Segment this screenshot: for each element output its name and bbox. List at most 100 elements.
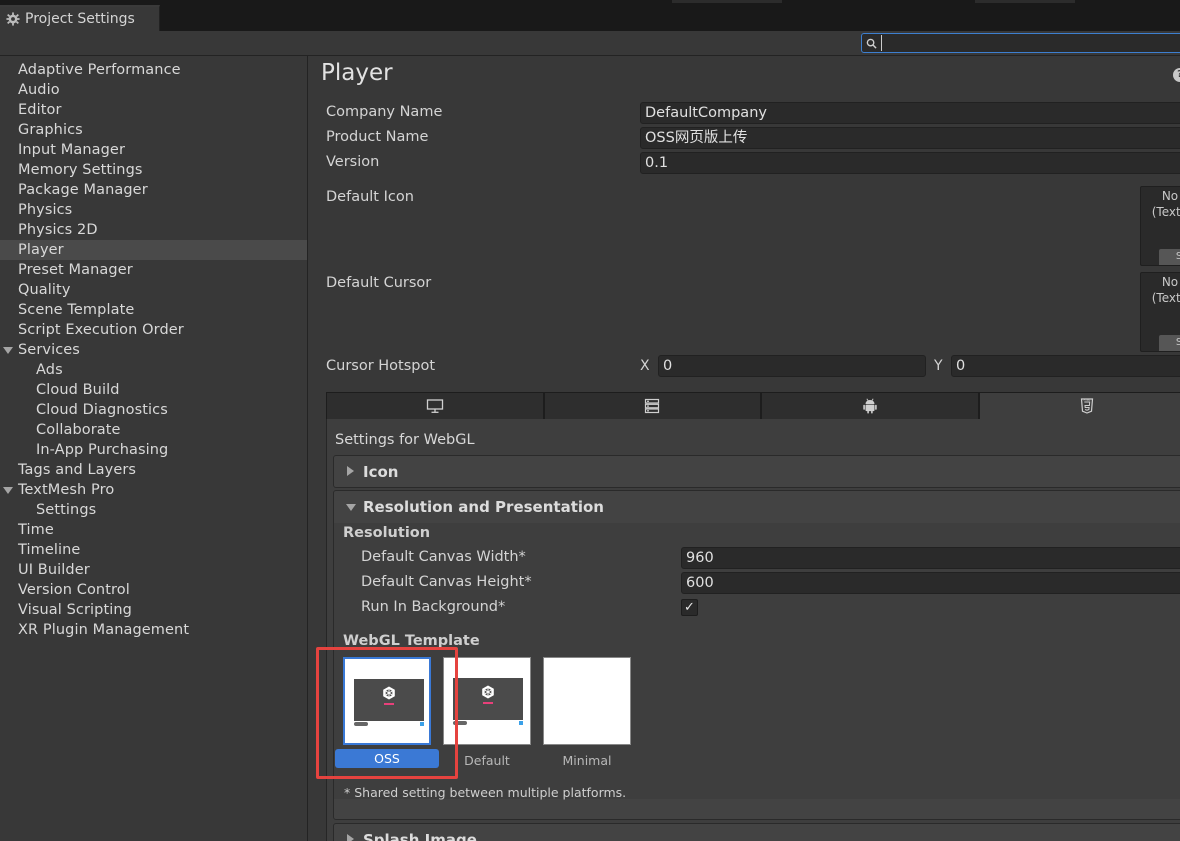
sidebar-item-label: TextMesh Pro	[18, 482, 115, 498]
sidebar-item-scene-template[interactable]: Scene Template	[0, 300, 307, 320]
project-settings-tab[interactable]: Project Settings	[0, 5, 160, 31]
sidebar-item-cloud-build[interactable]: Cloud Build	[0, 380, 307, 400]
sidebar-item-cloud-diagnostics[interactable]: Cloud Diagnostics	[0, 400, 307, 420]
player-settings-panel: Player ? Company Name DefaultCompany Pro…	[309, 56, 1180, 841]
canvas-height-label: Default Canvas Height*	[361, 574, 532, 590]
sidebar-item-label: Timeline	[18, 542, 81, 558]
cursor-select-button[interactable]: S	[1159, 335, 1180, 351]
sidebar-item-xr-plugin-management[interactable]: XR Plugin Management	[0, 620, 307, 640]
sidebar-item-label: Cloud Build	[36, 382, 120, 398]
sidebar-item-graphics[interactable]: Graphics	[0, 120, 307, 140]
sidebar-item-quality[interactable]: Quality	[0, 280, 307, 300]
version-field[interactable]: 0.1	[640, 152, 1180, 174]
hotspot-y-field[interactable]: 0	[951, 355, 1180, 377]
svg-text:HTML: HTML	[1084, 399, 1091, 402]
sidebar-item-label: Input Manager	[18, 142, 126, 158]
run-in-background-checkbox[interactable]: ✓	[681, 599, 698, 616]
window-titlebar: Project Settings	[0, 0, 1180, 31]
monitor-icon	[426, 399, 443, 413]
template-name: Default	[464, 753, 510, 768]
sidebar-item-label: Physics	[18, 202, 73, 218]
sidebar-item-label: Memory Settings	[18, 162, 143, 178]
sidebar-item-collaborate[interactable]: Collaborate	[0, 420, 307, 440]
sidebar-item-textmesh-settings[interactable]: Settings	[0, 500, 307, 520]
sidebar-item-player[interactable]: Player	[0, 240, 307, 260]
sidebar-item-physics[interactable]: Physics	[0, 200, 307, 220]
sidebar-item-script-execution-order[interactable]: Script Execution Order	[0, 320, 307, 340]
icon-foldout-header[interactable]: Icon	[334, 456, 1180, 488]
tab-standalone[interactable]	[326, 392, 544, 420]
template-oss[interactable]: OSS	[335, 657, 439, 768]
sidebar-item-label: Editor	[18, 102, 62, 118]
sidebar-item-memory-settings[interactable]: Memory Settings	[0, 160, 307, 180]
sidebar-item-ui-builder[interactable]: UI Builder	[0, 560, 307, 580]
icon-foldout[interactable]: Icon	[333, 455, 1180, 488]
sidebar-item-label: Audio	[18, 82, 60, 98]
template-thumbnail	[543, 657, 631, 745]
tab-webgl[interactable]: HTML	[978, 392, 1180, 420]
search-box[interactable]	[861, 33, 1180, 53]
expand-arrow-icon[interactable]	[3, 347, 13, 354]
template-name: OSS	[335, 749, 439, 768]
sidebar-item-visual-scripting[interactable]: Visual Scripting	[0, 600, 307, 620]
hotspot-y-label: Y	[934, 358, 943, 374]
sidebar-item-label: Preset Manager	[18, 262, 133, 278]
sidebar-item-label: Player	[18, 242, 64, 258]
tab-server[interactable]	[543, 392, 761, 420]
sidebar-item-tags-and-layers[interactable]: Tags and Layers	[0, 460, 307, 480]
sidebar-item-services[interactable]: Services	[0, 340, 307, 360]
sidebar-item-adaptive-performance[interactable]: Adaptive Performance	[0, 60, 307, 80]
sidebar-item-timeline[interactable]: Timeline	[0, 540, 307, 560]
resolution-foldout-header[interactable]: Resolution and Presentation	[334, 491, 1180, 523]
sidebar-item-label: Settings	[36, 502, 97, 518]
collapsed-arrow-icon	[347, 834, 354, 841]
page-title: Player	[321, 60, 393, 86]
cursor-hotspot-label: Cursor Hotspot	[326, 358, 436, 374]
sidebar-item-editor[interactable]: Editor	[0, 100, 307, 120]
sidebar-item-label: Quality	[18, 282, 71, 298]
version-label: Version	[326, 154, 380, 170]
collapsed-arrow-icon	[347, 466, 354, 476]
sidebar-item-input-manager[interactable]: Input Manager	[0, 140, 307, 160]
sidebar-item-label: Package Manager	[18, 182, 148, 198]
sidebar-item-version-control[interactable]: Version Control	[0, 580, 307, 600]
search-input[interactable]	[881, 35, 1171, 51]
template-thumbnail	[443, 657, 531, 745]
default-cursor-slot[interactable]: No (Textu S	[1140, 272, 1180, 352]
product-name-field[interactable]: OSS网页版上传	[640, 127, 1180, 149]
sidebar-item-in-app-purchasing[interactable]: In-App Purchasing	[0, 440, 307, 460]
hotspot-x-field[interactable]: 0	[658, 355, 926, 377]
unity-logo-icon	[383, 686, 395, 700]
default-icon-slot[interactable]: No (Textu S	[1140, 186, 1180, 266]
sidebar-item-label: Scene Template	[18, 302, 135, 318]
sidebar-item-label: Cloud Diagnostics	[36, 402, 168, 418]
sidebar-item-label: Time	[18, 522, 54, 538]
android-icon	[863, 398, 877, 414]
sidebar-item-textmesh-pro[interactable]: TextMesh Pro	[0, 480, 307, 500]
sidebar-item-label: Tags and Layers	[18, 462, 137, 478]
sidebar-item-preset-manager[interactable]: Preset Manager	[0, 260, 307, 280]
tab-android[interactable]	[761, 392, 979, 420]
company-name-label: Company Name	[326, 104, 443, 120]
template-thumbnail	[343, 657, 431, 745]
template-footer	[453, 721, 523, 725]
help-icon[interactable]: ?	[1173, 68, 1180, 82]
sidebar-item-label: Visual Scripting	[18, 602, 132, 618]
sidebar-item-ads[interactable]: Ads	[0, 360, 307, 380]
template-progress-bar	[384, 703, 394, 705]
template-minimal[interactable]: Minimal	[543, 657, 631, 770]
canvas-width-field[interactable]: 960	[681, 547, 1180, 569]
splash-image-foldout[interactable]: Splash Image	[333, 823, 1180, 841]
sidebar-item-time[interactable]: Time	[0, 520, 307, 540]
canvas-height-field[interactable]: 600	[681, 572, 1180, 594]
template-default[interactable]: Default	[443, 657, 531, 770]
sidebar-item-audio[interactable]: Audio	[0, 80, 307, 100]
expand-arrow-icon[interactable]	[3, 487, 13, 494]
sidebar-item-package-manager[interactable]: Package Manager	[0, 180, 307, 200]
company-name-field[interactable]: DefaultCompany	[640, 102, 1180, 124]
resolution-foldout: Resolution and Presentation Resolution D…	[333, 490, 1180, 820]
icon-select-button[interactable]: S	[1159, 249, 1180, 265]
splash-foldout-header[interactable]: Splash Image	[334, 824, 1180, 841]
sidebar-item-physics-2d[interactable]: Physics 2D	[0, 220, 307, 240]
unity-logo-icon	[482, 685, 494, 699]
